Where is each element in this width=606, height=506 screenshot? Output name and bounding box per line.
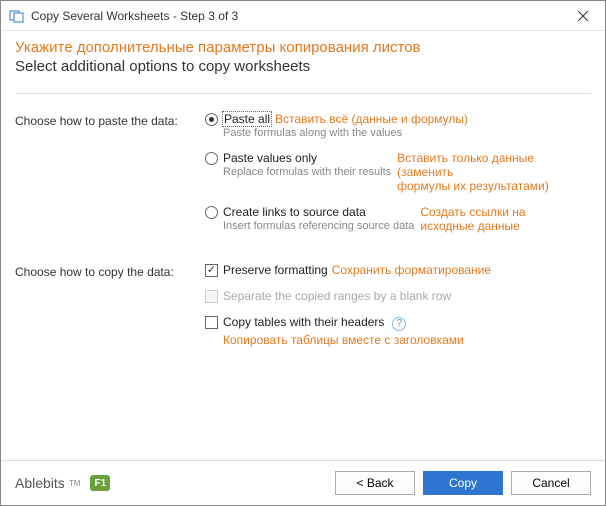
paste-values-label: Paste values only (223, 151, 391, 165)
trademark: TM (69, 479, 81, 488)
checkbox-icon (205, 316, 218, 329)
back-button[interactable]: < Back (335, 471, 415, 495)
paste-all-desc: Paste formulas along with the values (223, 127, 591, 139)
radio-paste-all[interactable]: Paste all Вставить всё (данные и формулы… (205, 112, 591, 139)
copy-section: Choose how to copy the data: ✓ Preserve … (15, 263, 591, 347)
brand: Ablebits TM F1 (15, 475, 110, 491)
checkbox-copy-headers[interactable]: Copy tables with their headers ? (205, 315, 591, 331)
paste-section: Choose how to paste the data: Paste all … (15, 112, 591, 233)
window-title: Copy Several Worksheets - Step 3 of 3 (31, 9, 238, 23)
app-icon (9, 8, 25, 24)
radio-icon (205, 152, 218, 165)
checkbox-separate-rows: Separate the copied ranges by a blank ro… (205, 289, 591, 303)
headers-annotation: Копировать таблицы вместе с заголовками (223, 333, 591, 347)
create-links-desc: Insert formulas referencing source data (223, 220, 414, 232)
headers-label: Copy tables with their headers (223, 315, 384, 329)
close-button[interactable] (560, 1, 605, 31)
header: Укажите дополнительные параметры копиров… (1, 31, 605, 85)
paste-all-label: Paste all (223, 112, 271, 126)
separate-label: Separate the copied ranges by a blank ro… (223, 289, 451, 303)
create-links-annotation: Создать ссылки на исходные данные (420, 205, 591, 233)
radio-icon (205, 206, 218, 219)
heading: Select additional options to copy worksh… (15, 58, 591, 75)
preserve-label: Preserve formatting (223, 263, 328, 277)
paste-values-annotation: Вставить только данные (заменить формулы… (397, 151, 591, 193)
titlebar: Copy Several Worksheets - Step 3 of 3 (1, 1, 605, 31)
help-icon[interactable]: ? (392, 317, 406, 331)
f1-help-badge[interactable]: F1 (90, 475, 110, 491)
heading-annotation: Укажите дополнительные параметры копиров… (15, 39, 591, 56)
content: Choose how to paste the data: Paste all … (1, 94, 605, 460)
create-links-label: Create links to source data (223, 205, 414, 219)
checkbox-icon: ✓ (205, 264, 218, 277)
cancel-button[interactable]: Cancel (511, 471, 591, 495)
paste-section-label: Choose how to paste the data: (15, 112, 205, 128)
footer: Ablebits TM F1 < Back Copy Cancel (1, 460, 605, 505)
brand-name: Ablebits (15, 475, 65, 491)
preserve-annotation: Сохранить форматирование (332, 263, 491, 277)
checkbox-preserve-formatting[interactable]: ✓ Preserve formatting Сохранить форматир… (205, 263, 591, 277)
radio-icon (205, 113, 218, 126)
close-icon (578, 11, 588, 21)
radio-paste-values[interactable]: Paste values only Replace formulas with … (205, 151, 591, 193)
checkbox-icon (205, 290, 218, 303)
radio-create-links[interactable]: Create links to source data Insert formu… (205, 205, 591, 233)
copy-section-label: Choose how to copy the data: (15, 263, 205, 279)
paste-all-annotation: Вставить всё (данные и формулы) (275, 112, 468, 126)
paste-values-desc: Replace formulas with their results (223, 166, 391, 178)
copy-button[interactable]: Copy (423, 471, 503, 495)
